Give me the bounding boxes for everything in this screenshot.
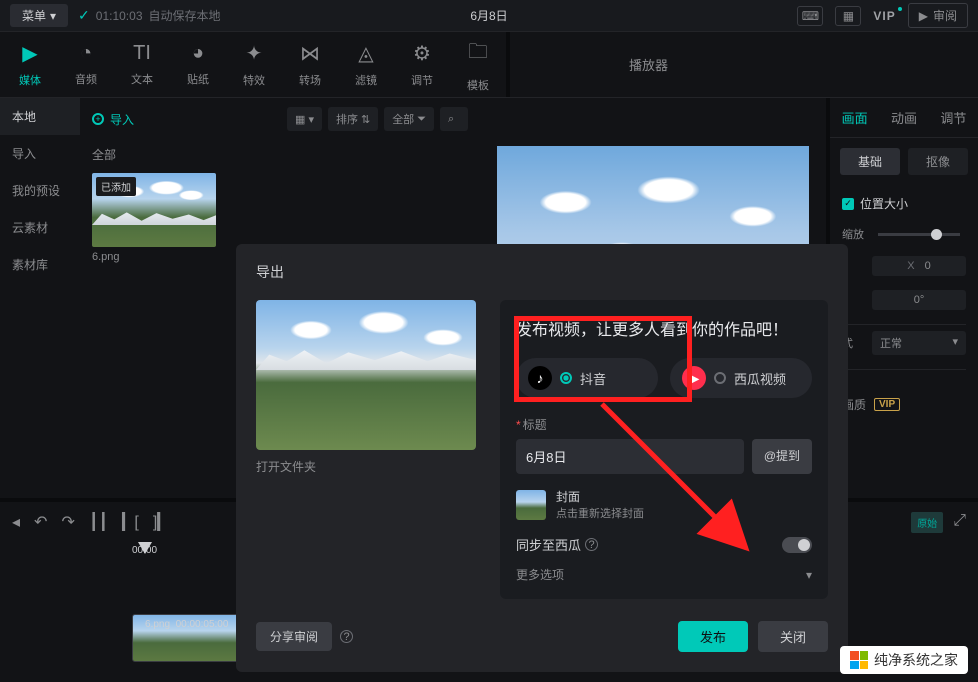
sync-toggle[interactable] [782,537,812,553]
export-preview-thumb [256,300,476,450]
open-folder-link[interactable]: 打开文件夹 [256,458,476,475]
title-input[interactable]: 6月8日 [516,439,744,474]
mention-button[interactable]: @提到 [752,439,812,474]
help-icon[interactable]: ? [585,538,598,551]
radio-checked-icon [560,372,572,384]
sync-label: 同步至西瓜 [516,535,581,554]
xigua-icon: ▶ [682,366,706,390]
cover-thumb [516,490,546,520]
douyin-icon: ♪ [528,366,552,390]
cover-row[interactable]: 封面 点击重新选择封面 [516,488,812,521]
chevron-down-icon: ▾ [806,568,812,582]
share-review-button[interactable]: 分享审阅 [256,622,332,651]
title-field-label: *标题 [516,416,812,433]
radio-unchecked-icon [714,372,726,384]
watermark: 纯净系统之家 [840,646,968,674]
platform-douyin[interactable]: ♪ 抖音 [516,358,658,398]
modal-title: 导出 [256,262,828,282]
cover-label: 封面 [556,488,644,505]
help-icon[interactable]: ? [340,630,353,643]
export-modal: 导出 打开文件夹 发布视频，让更多人看到你的作品吧！ ♪ 抖音 ▶ [236,244,848,672]
more-options[interactable]: 更多选项 ▾ [516,566,812,583]
publish-headline: 发布视频，让更多人看到你的作品吧！ [516,316,812,340]
close-button[interactable]: 关闭 [758,621,828,652]
publish-button[interactable]: 发布 [678,621,748,652]
export-modal-overlay: 导出 打开文件夹 发布视频，让更多人看到你的作品吧！ ♪ 抖音 ▶ [0,0,978,682]
cover-hint: 点击重新选择封面 [556,505,644,521]
watermark-logo-icon [850,651,868,669]
platform-xigua[interactable]: ▶ 西瓜视频 [670,358,812,398]
